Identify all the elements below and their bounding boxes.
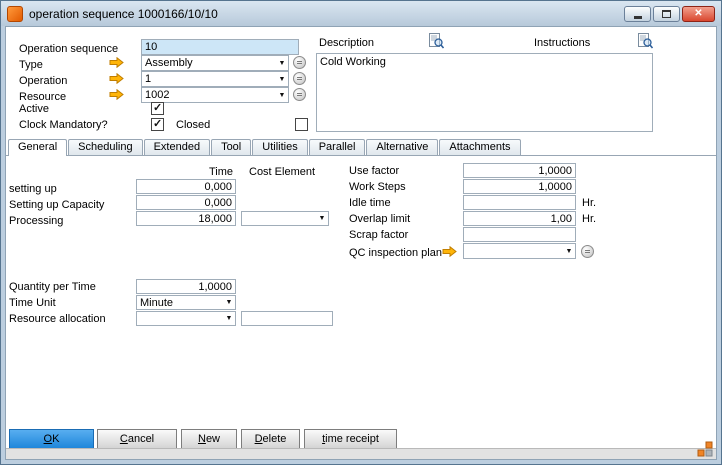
window-title: operation sequence 1000166/10/10 bbox=[29, 7, 218, 21]
new-button[interactable]: New bbox=[181, 429, 237, 449]
resource-allocation-input[interactable] bbox=[241, 311, 333, 326]
scrap-factor-label: Scrap factor bbox=[349, 229, 408, 241]
description-label: Description bbox=[319, 37, 374, 49]
ok-button[interactable]: OK bbox=[9, 429, 94, 449]
description-textarea[interactable]: Cold Working bbox=[316, 53, 653, 132]
dropdown-arrow-icon: ▼ bbox=[316, 215, 328, 222]
window-controls: ✕ bbox=[624, 6, 715, 22]
time-unit-select[interactable]: Minute ▼ bbox=[136, 295, 236, 310]
type-label: Type bbox=[19, 59, 43, 71]
quantity-per-time-label: Quantity per Time bbox=[9, 281, 96, 293]
idle-time-label: Idle time bbox=[349, 197, 391, 209]
setting-up-label: setting up bbox=[9, 183, 57, 195]
resource-menu-button[interactable] bbox=[293, 88, 306, 101]
resource-label: Resource bbox=[19, 91, 66, 103]
title-bar[interactable]: operation sequence 1000166/10/10 ✕ bbox=[1, 1, 721, 26]
type-menu-button[interactable] bbox=[293, 56, 306, 69]
idle-time-unit-label: Hr. bbox=[582, 197, 596, 209]
clock-mandatory-checkbox[interactable] bbox=[151, 118, 164, 131]
closed-label: Closed bbox=[176, 119, 210, 131]
overlap-limit-unit-label: Hr. bbox=[582, 213, 596, 225]
app-icon bbox=[7, 6, 23, 22]
use-factor-label: Use factor bbox=[349, 165, 399, 177]
status-bar bbox=[6, 448, 716, 459]
closed-checkbox[interactable] bbox=[295, 118, 308, 131]
resize-grip[interactable] bbox=[697, 441, 713, 457]
qc-inspection-plan-arrow-icon[interactable] bbox=[442, 246, 457, 257]
setting-up-capacity-input[interactable] bbox=[136, 195, 236, 210]
operation-value: 1 bbox=[142, 73, 276, 85]
tab-parallel[interactable]: Parallel bbox=[309, 139, 366, 155]
resource-reference-arrow-icon[interactable] bbox=[109, 89, 124, 100]
resource-select[interactable]: 1002 ▼ bbox=[141, 87, 289, 103]
time-receipt-button[interactable]: time receipt bbox=[304, 429, 397, 449]
processing-cost-element-select[interactable]: ▼ bbox=[241, 211, 329, 226]
operation-select[interactable]: 1 ▼ bbox=[141, 71, 289, 87]
tab-alternative[interactable]: Alternative bbox=[366, 139, 438, 155]
work-steps-label: Work Steps bbox=[349, 181, 406, 193]
dropdown-arrow-icon: ▼ bbox=[276, 92, 288, 99]
processing-input[interactable] bbox=[136, 211, 236, 226]
operation-sequence-input[interactable] bbox=[141, 39, 299, 55]
dropdown-arrow-icon: ▼ bbox=[276, 60, 288, 67]
minimize-icon bbox=[634, 16, 642, 19]
type-reference-arrow-icon[interactable] bbox=[109, 57, 124, 68]
restore-icon bbox=[662, 10, 671, 18]
restore-button[interactable] bbox=[653, 6, 680, 22]
dialog-body: Operation sequence Type Assembly ▼ Opera… bbox=[5, 26, 717, 460]
close-icon: ✕ bbox=[694, 7, 702, 21]
scrap-factor-input[interactable] bbox=[463, 227, 576, 242]
operation-sequence-window: operation sequence 1000166/10/10 ✕ Opera… bbox=[0, 0, 722, 465]
operation-label: Operation bbox=[19, 75, 67, 87]
setting-up-capacity-label: Setting up Capacity bbox=[9, 199, 104, 211]
active-checkbox[interactable] bbox=[151, 102, 164, 115]
tab-tool[interactable]: Tool bbox=[211, 139, 251, 155]
instructions-zoom-icon[interactable] bbox=[638, 33, 653, 49]
tab-scheduling[interactable]: Scheduling bbox=[68, 139, 142, 155]
tab-utilities[interactable]: Utilities bbox=[252, 139, 307, 155]
delete-button[interactable]: Delete bbox=[241, 429, 300, 449]
operation-reference-arrow-icon[interactable] bbox=[109, 73, 124, 84]
time-unit-value: Minute bbox=[137, 297, 223, 309]
use-factor-input[interactable] bbox=[463, 163, 576, 178]
qc-inspection-plan-label: QC inspection plan bbox=[349, 247, 442, 259]
type-value: Assembly bbox=[142, 57, 276, 69]
setting-up-input[interactable] bbox=[136, 179, 236, 194]
cost-element-column-header: Cost Element bbox=[249, 166, 315, 178]
qc-inspection-plan-menu-button[interactable] bbox=[581, 245, 594, 258]
dropdown-arrow-icon: ▼ bbox=[223, 299, 235, 306]
cancel-button[interactable]: Cancel bbox=[97, 429, 177, 449]
clock-mandatory-label: Clock Mandatory? bbox=[19, 119, 108, 131]
resource-allocation-label: Resource allocation bbox=[9, 313, 106, 325]
tab-strip: General Scheduling Extended Tool Utiliti… bbox=[8, 139, 522, 156]
dropdown-arrow-icon: ▼ bbox=[223, 315, 235, 322]
resource-value: 1002 bbox=[142, 89, 276, 101]
resource-allocation-select[interactable]: ▼ bbox=[136, 311, 236, 326]
work-steps-input[interactable] bbox=[463, 179, 576, 194]
qc-inspection-plan-select[interactable]: ▼ bbox=[463, 243, 576, 259]
description-zoom-icon[interactable] bbox=[429, 33, 444, 49]
dropdown-arrow-icon: ▼ bbox=[276, 76, 288, 83]
tab-attachments[interactable]: Attachments bbox=[439, 139, 520, 155]
close-button[interactable]: ✕ bbox=[682, 6, 715, 22]
type-select[interactable]: Assembly ▼ bbox=[141, 55, 289, 71]
operation-sequence-label: Operation sequence bbox=[19, 43, 118, 55]
overlap-limit-label: Overlap limit bbox=[349, 213, 410, 225]
overlap-limit-input[interactable] bbox=[463, 211, 576, 226]
tab-extended[interactable]: Extended bbox=[144, 139, 210, 155]
active-label: Active bbox=[19, 103, 49, 115]
tab-general[interactable]: General bbox=[8, 139, 67, 156]
minimize-button[interactable] bbox=[624, 6, 651, 22]
time-column-header: Time bbox=[178, 166, 233, 178]
time-unit-label: Time Unit bbox=[9, 297, 56, 309]
operation-menu-button[interactable] bbox=[293, 72, 306, 85]
idle-time-input[interactable] bbox=[463, 195, 576, 210]
instructions-label: Instructions bbox=[534, 37, 590, 49]
quantity-per-time-input[interactable] bbox=[136, 279, 236, 294]
dropdown-arrow-icon: ▼ bbox=[563, 248, 575, 255]
processing-label: Processing bbox=[9, 215, 63, 227]
